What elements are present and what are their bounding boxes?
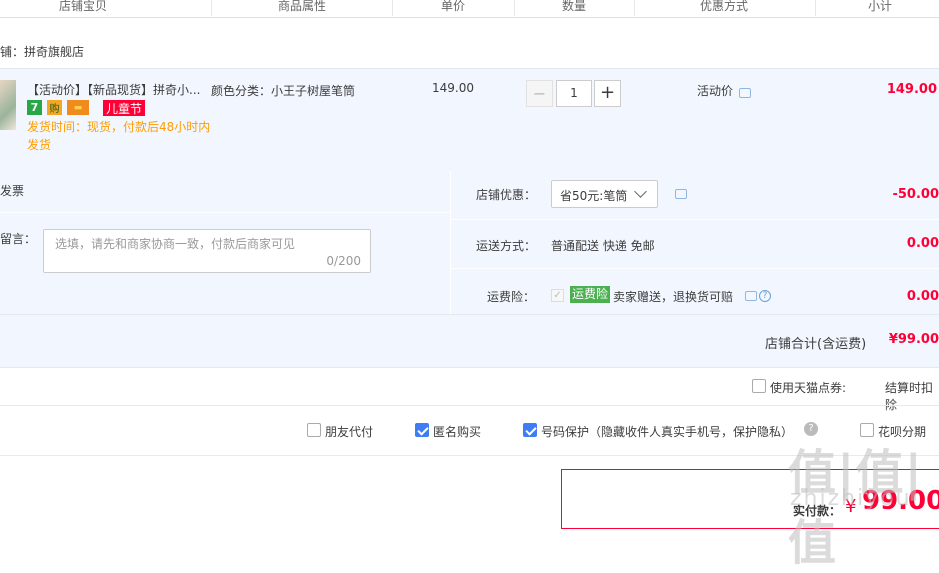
memo-char-count: 0/200 bbox=[326, 254, 361, 268]
quantity-input[interactable]: 1 bbox=[556, 80, 592, 107]
anonymous-label: 匿名购买 bbox=[433, 425, 482, 439]
points-note: 结算时扣除 bbox=[885, 381, 934, 412]
header-quantity: 数量 bbox=[562, 0, 587, 13]
insurance-amount: 0.00 bbox=[906, 289, 939, 304]
product-thumbnail[interactable] bbox=[0, 80, 16, 130]
header-unit-price: 单价 bbox=[441, 0, 466, 13]
header-subtotal: 小计 bbox=[868, 0, 893, 13]
friend-pay-checkbox[interactable] bbox=[307, 423, 321, 437]
chat-icon[interactable] bbox=[675, 189, 687, 199]
header-divider bbox=[815, 0, 816, 16]
promo-method: 活动价 bbox=[697, 84, 734, 98]
number-protect-checkbox[interactable] bbox=[523, 423, 537, 437]
shop-discount-amount: -50.00 bbox=[892, 187, 939, 202]
row-divider bbox=[451, 268, 939, 269]
chevron-down-icon bbox=[634, 185, 647, 198]
shop-discount-select[interactable]: 省50元:笔筒 bbox=[551, 180, 658, 208]
product-attribute: 颜色分类：小王子树屋笔筒 bbox=[211, 84, 356, 98]
shop-name[interactable]: 店铺：拼奇旗舰店 bbox=[0, 43, 84, 60]
shop-total-value: ¥99.00 bbox=[888, 332, 939, 347]
seven-day-return-icon[interactable]: 7 bbox=[27, 100, 42, 115]
anonymous-checkbox[interactable] bbox=[415, 423, 429, 437]
childrens-day-badge: 儿童节 bbox=[103, 100, 145, 116]
header-shop-item: 店铺宝贝 bbox=[59, 0, 108, 13]
unit-price: 149.00 bbox=[432, 81, 474, 95]
quantity-decrease-button[interactable]: − bbox=[526, 80, 553, 107]
header-divider bbox=[514, 0, 515, 16]
section-divider bbox=[0, 405, 939, 406]
delivery-amount: 0.00 bbox=[906, 236, 939, 251]
credit-card-icon[interactable]: ▬ bbox=[67, 100, 89, 115]
consumer-protect-icon[interactable]: 购 bbox=[47, 100, 62, 115]
use-points-checkbox[interactable] bbox=[752, 379, 766, 393]
item-subtotal: 149.00 bbox=[886, 82, 937, 97]
delivery-label: 运送方式： bbox=[476, 239, 537, 253]
insurance-checkbox: ✓ bbox=[551, 289, 564, 302]
ship-time: 发货时间：现货，付款后48小时内发货 bbox=[27, 120, 211, 152]
header-discount: 优惠方式 bbox=[700, 0, 749, 13]
header-divider bbox=[634, 0, 635, 16]
memo-label: 给卖家留言： bbox=[0, 232, 37, 246]
chat-icon[interactable] bbox=[739, 88, 751, 98]
delivery-method: 普通配送 快递 免邮 bbox=[551, 239, 655, 253]
invoice-label[interactable]: 开具发票 bbox=[0, 182, 24, 199]
insurance-badge: 运费险 bbox=[570, 286, 611, 303]
memo-placeholder: 选填，请先和商家协商一致，付款后商家可见 bbox=[55, 237, 296, 251]
shop-total-label: 店铺合计(含运费) bbox=[765, 337, 867, 352]
help-icon[interactable]: ? bbox=[759, 290, 771, 302]
friend-pay-label: 朋友代付 bbox=[325, 425, 374, 439]
product-title[interactable]: 【活动价】【新品现货】拼奇小... bbox=[27, 81, 200, 98]
header-divider bbox=[211, 0, 212, 16]
insurance-text: 卖家赠送，退换货可赔 bbox=[613, 290, 734, 304]
header-divider bbox=[392, 0, 393, 16]
insurance-label: 运费险： bbox=[487, 290, 536, 304]
site-watermark-text: zhizhiyou bbox=[790, 486, 912, 511]
row-divider bbox=[451, 219, 939, 220]
shop-discount-value: 省50元:笔筒 bbox=[560, 189, 628, 203]
number-protect-label: 号码保护（隐藏收件人真实手机号，保护隐私） bbox=[541, 425, 794, 439]
header-divider-line bbox=[0, 17, 939, 18]
header-attribute: 商品属性 bbox=[278, 0, 327, 13]
row-divider bbox=[0, 212, 450, 213]
seller-memo-input[interactable]: 选填，请先和商家协商一致，付款后商家可见 0/200 bbox=[43, 229, 371, 273]
chat-icon[interactable] bbox=[745, 291, 757, 301]
shop-discount-label: 店铺优惠： bbox=[476, 188, 537, 202]
table-header: 店铺宝贝 商品属性 单价 数量 优惠方式 小计 bbox=[0, 0, 939, 18]
use-points-label: 使用天猫点券: bbox=[770, 381, 847, 395]
quantity-increase-button[interactable]: + bbox=[594, 80, 621, 107]
